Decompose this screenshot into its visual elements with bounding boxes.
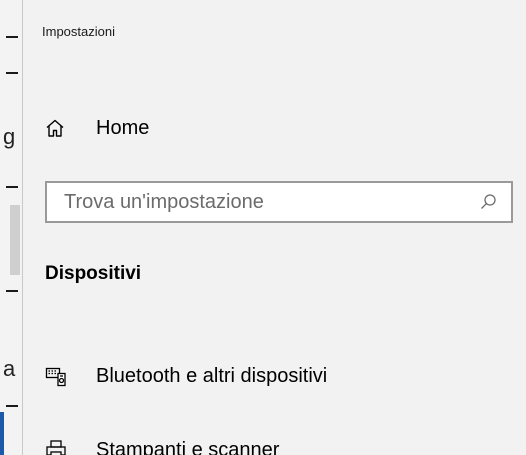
background-divider xyxy=(6,36,18,38)
panel-border xyxy=(22,0,23,455)
nav-item-label: Bluetooth e altri dispositivi xyxy=(96,364,328,387)
nav-item-label: Stampanti e scanner xyxy=(96,438,280,455)
devices-icon xyxy=(44,364,68,388)
search-icon[interactable] xyxy=(477,191,499,213)
background-divider xyxy=(6,186,18,188)
background-window-edge: g a xyxy=(0,0,22,455)
background-divider xyxy=(6,405,18,407)
background-text: a xyxy=(3,356,16,381)
nav-item-printers[interactable]: Stampanti e scanner xyxy=(44,428,514,455)
section-heading: Dispositivi xyxy=(45,263,142,284)
nav-home-label: Home xyxy=(96,116,150,139)
background-scroll-block xyxy=(10,205,20,275)
search-box[interactable] xyxy=(45,181,513,223)
home-icon xyxy=(44,117,66,139)
nav-item-bluetooth[interactable]: Bluetooth e altri dispositivi xyxy=(44,354,514,398)
background-divider xyxy=(6,290,18,292)
printer-icon xyxy=(44,438,68,455)
background-text: g xyxy=(3,124,16,149)
background-selection-bar xyxy=(0,412,4,455)
app-title: Impostazioni xyxy=(42,24,115,39)
nav-home[interactable]: Home xyxy=(44,108,514,148)
background-divider xyxy=(6,72,18,74)
search-input[interactable] xyxy=(47,183,477,221)
